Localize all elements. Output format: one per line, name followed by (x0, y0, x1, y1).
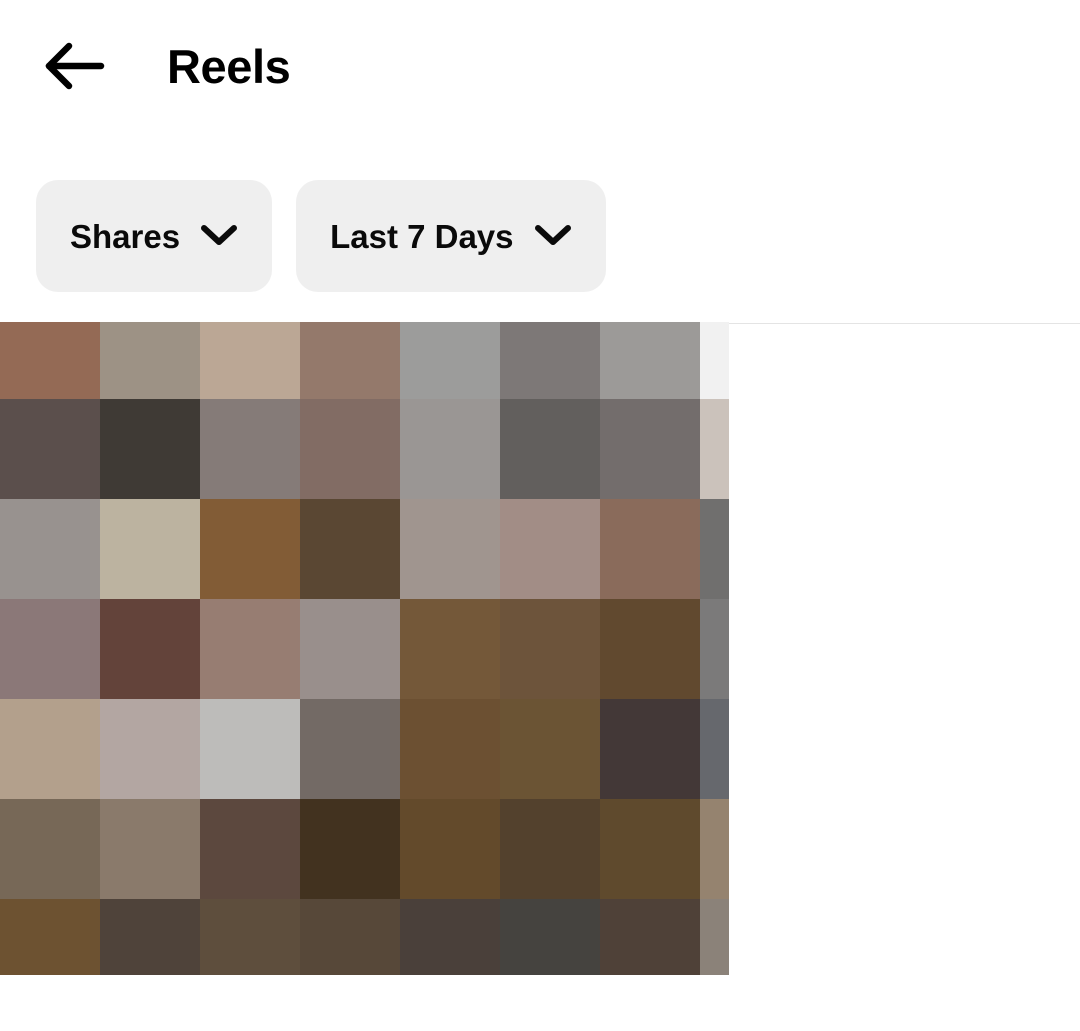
mosaic-pixel (700, 799, 729, 899)
mosaic-pixel (300, 799, 400, 899)
reels-insights-screen: Reels Shares Last 7 Days (0, 0, 1080, 1031)
mosaic-pixel (600, 899, 700, 975)
mosaic-pixel (600, 322, 700, 399)
mosaic-pixel (700, 599, 729, 699)
mosaic-pixel (200, 599, 300, 699)
mosaic-pixel (0, 899, 100, 975)
mosaic-pixel (600, 799, 700, 899)
date-range-filter-label: Last 7 Days (330, 217, 514, 255)
mosaic-pixel (0, 399, 100, 499)
filter-bar: Shares Last 7 Days (0, 180, 606, 292)
arrow-left-icon (43, 40, 105, 92)
mosaic-pixel (500, 399, 600, 499)
mosaic-pixel (700, 499, 729, 599)
mosaic-pixel (200, 799, 300, 899)
mosaic-pixel (400, 499, 500, 599)
mosaic-pixel (0, 799, 100, 899)
mosaic-pixel (0, 599, 100, 699)
mosaic-pixel (300, 399, 400, 499)
media-panel (0, 322, 1080, 976)
mosaic-pixel (0, 699, 100, 799)
mosaic-pixel (200, 399, 300, 499)
back-button[interactable] (38, 30, 110, 102)
mosaic-pixel (100, 399, 200, 499)
mosaic-pixel (100, 599, 200, 699)
mosaic-pixel (300, 499, 400, 599)
chevron-down-icon (200, 223, 238, 250)
mosaic-pixel (100, 899, 200, 975)
metric-filter-label: Shares (70, 217, 181, 255)
mosaic-pixel (500, 322, 600, 399)
mosaic-pixel (400, 599, 500, 699)
mosaic-pixel (300, 699, 400, 799)
header-bar: Reels (0, 0, 1080, 132)
mosaic-pixel (400, 322, 500, 399)
mosaic-pixel (300, 899, 400, 975)
mosaic-pixel (0, 499, 100, 599)
page-title: Reels (167, 39, 291, 93)
mosaic-pixel (600, 399, 700, 499)
mosaic-pixel (600, 699, 700, 799)
mosaic-pixel (400, 899, 500, 975)
chevron-down-icon (534, 223, 572, 250)
mosaic-pixel (400, 399, 500, 499)
mosaic-pixel (500, 599, 600, 699)
mosaic-pixel (200, 699, 300, 799)
mosaic-pixel (300, 599, 400, 699)
mosaic-pixel (500, 699, 600, 799)
mosaic-pixel (100, 699, 200, 799)
mosaic-pixel (400, 699, 500, 799)
mosaic-pixel (700, 322, 729, 399)
mosaic-pixel (600, 599, 700, 699)
mosaic-pixel (100, 799, 200, 899)
mosaic-pixel (200, 499, 300, 599)
mosaic-pixel (700, 699, 729, 799)
mosaic-pixel (700, 899, 729, 975)
mosaic-pixel (700, 399, 729, 499)
mosaic-pixel (600, 499, 700, 599)
date-range-filter-last-7-days[interactable]: Last 7 Days (296, 180, 606, 292)
mosaic-pixel (500, 799, 600, 899)
mosaic-pixel (100, 499, 200, 599)
pixelated-reel-thumbnail[interactable] (0, 322, 729, 975)
mosaic-pixel (200, 322, 300, 399)
mosaic-pixel (500, 499, 600, 599)
mosaic-pixel (200, 899, 300, 975)
mosaic-pixel (500, 899, 600, 975)
mosaic-pixel (0, 322, 100, 399)
section-divider (729, 323, 1080, 324)
mosaic-pixel (100, 322, 200, 399)
mosaic-pixel (300, 322, 400, 399)
metric-filter-shares[interactable]: Shares (36, 180, 273, 292)
mosaic-pixel (400, 799, 500, 899)
